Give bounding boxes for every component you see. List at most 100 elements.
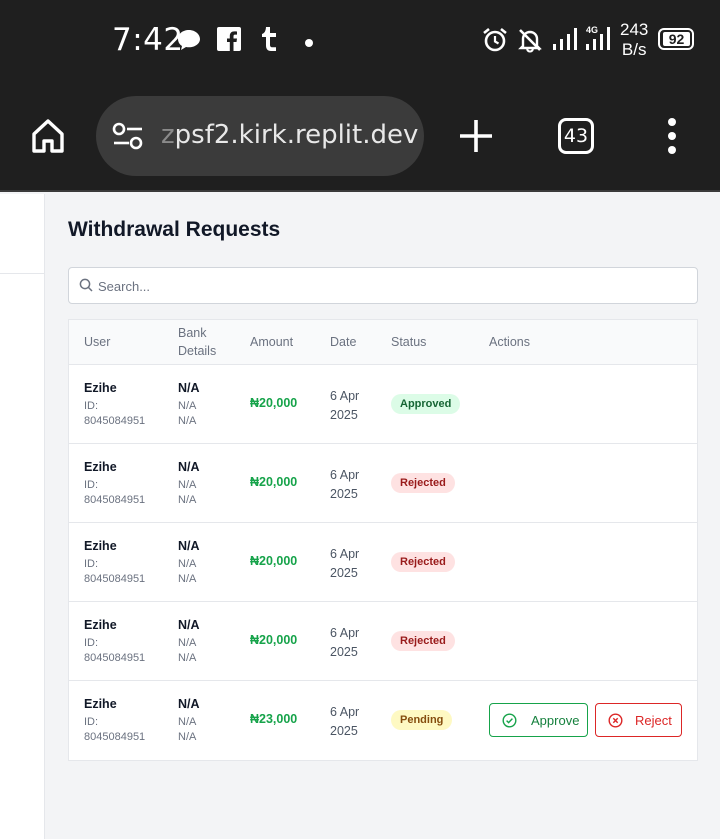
search-input[interactable] xyxy=(98,276,678,296)
status-badge: Pending xyxy=(391,710,453,730)
new-tab-button[interactable] xyxy=(458,118,494,159)
amount: ₦20,000 xyxy=(250,554,298,568)
search-icon xyxy=(79,278,93,292)
table-row: Ezihe ID: 8045084951 N/A N/A N/A ₦20,000 6… xyxy=(69,602,697,681)
network-speed-unit: B/s xyxy=(621,40,647,59)
bank-details: N/A N/A xyxy=(178,478,196,508)
user-name: Ezihe xyxy=(84,381,117,395)
bank-account-name: N/A xyxy=(178,415,197,427)
user-name: Ezihe xyxy=(84,618,117,632)
user-id-label: ID: xyxy=(84,479,99,491)
user-id-label: ID: xyxy=(84,637,99,649)
home-icon[interactable] xyxy=(28,116,68,161)
bank-account: N/A xyxy=(178,637,197,649)
date-day-month: 6 Apr xyxy=(330,468,360,482)
signal-icon xyxy=(552,27,580,56)
check-circle-icon xyxy=(502,713,517,728)
bank-account-name: N/A xyxy=(178,573,197,585)
reject-button-label: Reject xyxy=(635,713,672,728)
bank-account-name: N/A xyxy=(178,731,197,743)
date-year: 2025 xyxy=(330,487,358,501)
url-text[interactable]: zpsf2.kirk.replit.dev xyxy=(161,120,418,150)
table-row: Ezihe ID: 8045084951 N/A N/A N/A ₦20,000 6… xyxy=(69,523,697,602)
bank-name: N/A xyxy=(178,697,200,711)
dot-icon xyxy=(304,35,314,53)
alarm-icon xyxy=(482,27,508,58)
bank-account: N/A xyxy=(178,558,197,570)
battery-icon: 92 xyxy=(658,28,694,50)
bank-details: N/A N/A xyxy=(178,399,196,429)
signal-4g-icon: 4G xyxy=(584,24,616,57)
user-name: Ezihe xyxy=(84,460,117,474)
user-id: ID: 8045084951 xyxy=(84,715,164,745)
battery-level: 92 xyxy=(663,32,690,46)
search-box[interactable] xyxy=(68,267,698,304)
user-id-label: ID: xyxy=(84,400,99,412)
withdrawal-table: User Bank Details Amount Date Status Act… xyxy=(68,319,698,761)
bank-account: N/A xyxy=(178,400,197,412)
approve-button[interactable]: Approve xyxy=(489,703,588,737)
tab-switcher-button[interactable]: 43 xyxy=(558,118,594,154)
user-name: Ezihe xyxy=(84,697,117,711)
user-id: ID: 8045084951 xyxy=(84,478,164,508)
network-speed: 243 B/s xyxy=(620,20,648,60)
amount: ₦20,000 xyxy=(250,475,298,489)
column-header-bank-line1: Bank xyxy=(178,326,207,340)
table-row: Ezihe ID: 8045084951 N/A N/A N/A ₦20,000 6… xyxy=(69,444,697,523)
bank-details: N/A N/A xyxy=(178,715,196,745)
bank-account: N/A xyxy=(178,716,197,728)
column-header-bank-line2: Details xyxy=(178,344,217,358)
status-badge: Rejected xyxy=(391,473,455,493)
reject-button[interactable]: Reject xyxy=(595,703,682,737)
plus-icon xyxy=(460,120,492,152)
tumblr-icon xyxy=(258,26,280,57)
status-badge: Rejected xyxy=(391,552,455,572)
date-year: 2025 xyxy=(330,408,358,422)
bank-name: N/A xyxy=(178,460,200,474)
user-id: ID: 8045084951 xyxy=(84,557,164,587)
bank-name: N/A xyxy=(178,381,200,395)
column-header-amount: Amount xyxy=(250,335,294,349)
table-header: User Bank Details Amount Date Status Act… xyxy=(69,320,697,365)
address-bar[interactable]: zpsf2.kirk.replit.dev xyxy=(96,96,424,176)
user-id-value: 8045084951 xyxy=(84,731,146,743)
column-header-date: Date xyxy=(330,335,357,349)
facebook-icon xyxy=(217,27,241,56)
date: 6 Apr 2025 xyxy=(330,624,380,662)
sidebar-panel xyxy=(0,194,45,839)
page-title: Withdrawal Requests xyxy=(68,218,281,241)
site-settings-icon[interactable] xyxy=(112,122,144,155)
bank-name: N/A xyxy=(178,539,200,553)
main-content: Withdrawal Requests User Bank Details Am… xyxy=(45,194,720,839)
date-day-month: 6 Apr xyxy=(330,626,360,640)
table-row: Ezihe ID: 8045084951 N/A N/A N/A ₦20,000 6… xyxy=(69,365,697,444)
user-id-label: ID: xyxy=(84,558,99,570)
user-id-label: ID: xyxy=(84,716,99,728)
amount: ₦23,000 xyxy=(250,712,298,726)
date: 6 Apr 2025 xyxy=(330,466,380,504)
date: 6 Apr 2025 xyxy=(330,387,380,425)
approve-button-label: Approve xyxy=(531,713,580,728)
menu-dots-icon[interactable] xyxy=(664,118,680,159)
url-text-main: psf2.kirk.replit.dev xyxy=(174,120,419,150)
user-id-value: 8045084951 xyxy=(84,573,146,585)
table-row: Ezihe ID: 8045084951 N/A N/A N/A ₦23,000 6… xyxy=(69,681,697,760)
column-header-actions: Actions xyxy=(489,335,530,349)
user-id: ID: 8045084951 xyxy=(84,636,164,666)
url-text-faded: z xyxy=(161,120,175,150)
amount: ₦20,000 xyxy=(250,633,298,647)
date-year: 2025 xyxy=(330,645,358,659)
column-header-user: User xyxy=(84,335,111,349)
date-year: 2025 xyxy=(330,724,358,738)
bank-name: N/A xyxy=(178,618,200,632)
user-name: Ezihe xyxy=(84,539,117,553)
chat-bubble-icon xyxy=(176,28,202,57)
x-circle-icon xyxy=(608,713,623,728)
sidebar-divider xyxy=(0,273,45,274)
user-id: ID: 8045084951 xyxy=(84,399,164,429)
user-id-value: 8045084951 xyxy=(84,652,146,664)
status-badge: Rejected xyxy=(391,631,455,651)
user-id-value: 8045084951 xyxy=(84,415,146,427)
column-header-bank-details: Bank Details xyxy=(178,324,216,360)
date-day-month: 6 Apr xyxy=(330,547,360,561)
